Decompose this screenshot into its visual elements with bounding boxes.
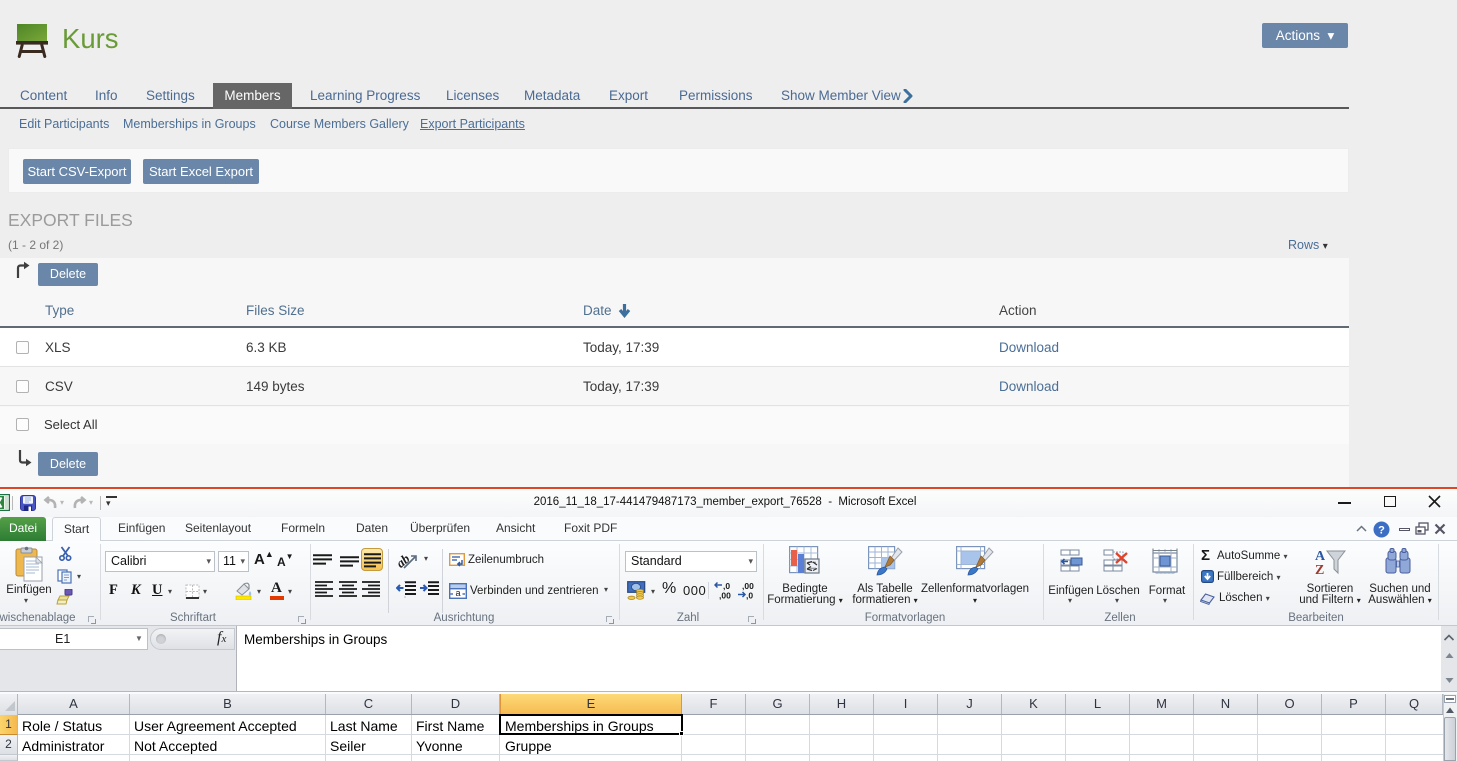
svg-text:,0: ,0 [723,581,730,591]
svg-text:?: ? [1378,525,1385,537]
svg-text:,00: ,00 [742,581,754,591]
svg-text:a: a [455,588,460,598]
svg-text:,0: ,0 [746,591,753,601]
svg-text:Z: Z [1315,563,1324,577]
svg-text:A: A [1315,549,1326,564]
svg-text:,00: ,00 [719,591,731,601]
